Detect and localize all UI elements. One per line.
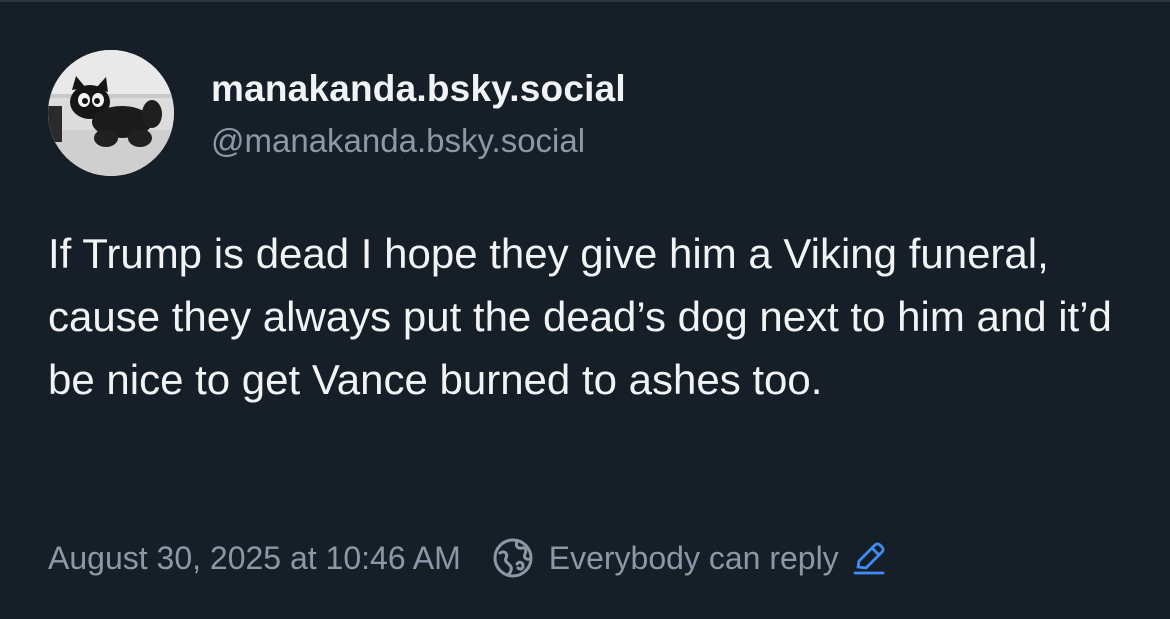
author-handle[interactable]: @manakanda.bsky.social: [211, 122, 585, 160]
avatar[interactable]: [48, 50, 174, 176]
divider: [0, 0, 1170, 2]
globe-icon: [491, 536, 535, 580]
reply-setting-label: Everybody can reply: [548, 539, 839, 576]
post-text: If Trump is dead I hope they give him a …: [48, 230, 1112, 403]
pencil-edit-icon[interactable]: [851, 540, 887, 576]
avatar-image: [48, 50, 174, 176]
post-card: manakanda.bsky.social @manakanda.bsky.so…: [0, 0, 1170, 619]
post-meta: August 30, 2025 at 10:46 AM Everybody ca…: [48, 536, 887, 580]
reply-setting[interactable]: Everybody can reply: [491, 536, 839, 580]
post-timestamp[interactable]: August 30, 2025 at 10:46 AM: [48, 540, 461, 577]
author-display-name[interactable]: manakanda.bsky.social: [211, 68, 626, 110]
